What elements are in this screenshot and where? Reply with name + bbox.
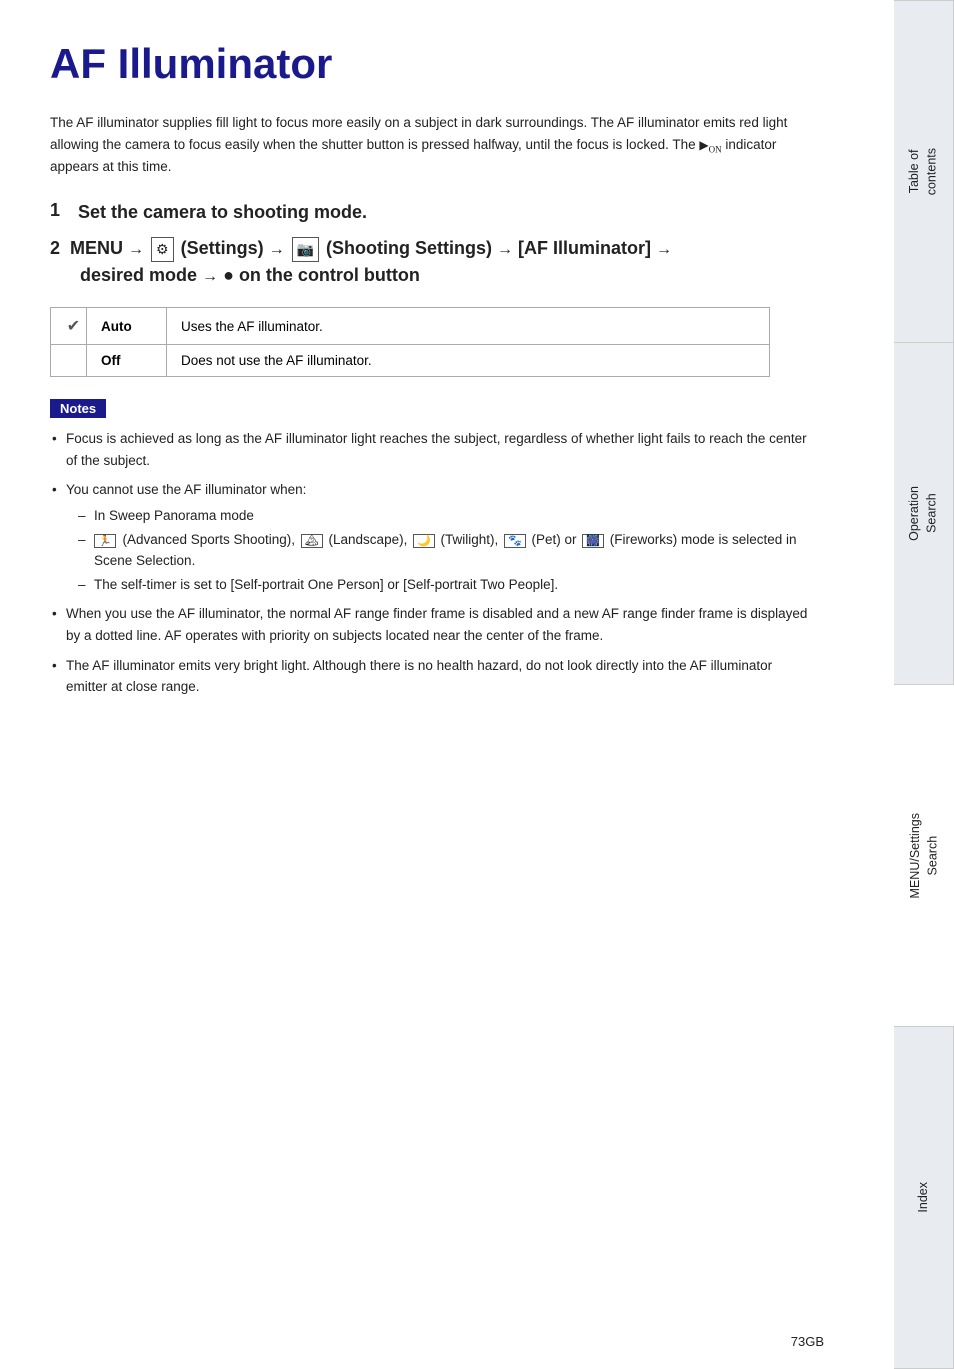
note-2-sub-1: In Sweep Panorama mode — [76, 505, 810, 527]
auto-desc: Uses the AF illuminator. — [167, 308, 770, 345]
notes-section: Notes Focus is achieved as long as the A… — [50, 399, 844, 698]
intro-paragraph: The AF illuminator supplies fill light t… — [50, 112, 800, 178]
note-3: When you use the AF illuminator, the nor… — [50, 603, 810, 646]
notes-list: Focus is achieved as long as the AF illu… — [50, 428, 844, 698]
notes-badge: Notes — [50, 399, 106, 418]
note-2-sublist: In Sweep Panorama mode 🏃 (Advanced Sport… — [76, 505, 810, 595]
note-1: Focus is achieved as long as the AF illu… — [50, 428, 810, 471]
auto-icon-cell: ✔ — [51, 308, 87, 345]
tab-label-operation: OperationSearch — [906, 486, 941, 541]
note-4: The AF illuminator emits very bright lig… — [50, 655, 810, 698]
tab-label-menu: MENU/SettingsSearch — [907, 813, 942, 898]
page-number: 73GB — [791, 1334, 824, 1349]
step-1-number: 1 — [50, 200, 70, 221]
checkmark-icon: ✔ — [67, 318, 80, 335]
note-2: You cannot use the AF illuminator when: … — [50, 479, 810, 595]
off-icon-cell — [51, 345, 87, 377]
note-2-sub-2: 🏃 (Advanced Sports Shooting), 🏔 (Landsca… — [76, 529, 810, 572]
sidebar-tab-index[interactable]: Index — [894, 1027, 954, 1369]
step-1: 1 Set the camera to shooting mode. — [50, 200, 844, 225]
off-desc: Does not use the AF illuminator. — [167, 345, 770, 377]
off-label: Off — [87, 345, 167, 377]
table-row-auto: ✔ Auto Uses the AF illuminator. — [51, 308, 770, 345]
step-2: 2 MENU → ⚙ (Settings) → 📷 (Shooting Sett… — [50, 235, 844, 289]
step-2-text: 2 MENU → ⚙ (Settings) → 📷 (Shooting Sett… — [50, 238, 672, 285]
note-2-sub-3: The self-timer is set to [Self-portrait … — [76, 574, 810, 596]
sidebar-tab-table-of-contents[interactable]: Table ofcontents — [894, 0, 954, 343]
settings-table: ✔ Auto Uses the AF illuminator. Off Does… — [50, 307, 770, 377]
table-row-off: Off Does not use the AF illuminator. — [51, 345, 770, 377]
tab-label-index: Index — [915, 1182, 933, 1213]
auto-label: Auto — [87, 308, 167, 345]
main-content: AF Illuminator The AF illuminator suppli… — [0, 0, 894, 1369]
step-1-text: Set the camera to shooting mode. — [78, 200, 367, 225]
page-title: AF Illuminator — [50, 40, 844, 88]
sidebar-tab-operation-search[interactable]: OperationSearch — [894, 343, 954, 685]
sidebar-tab-menu-settings[interactable]: MENU/SettingsSearch — [894, 685, 954, 1027]
tab-label-toc: Table ofcontents — [906, 148, 941, 195]
sidebar: Table ofcontents OperationSearch MENU/Se… — [894, 0, 954, 1369]
